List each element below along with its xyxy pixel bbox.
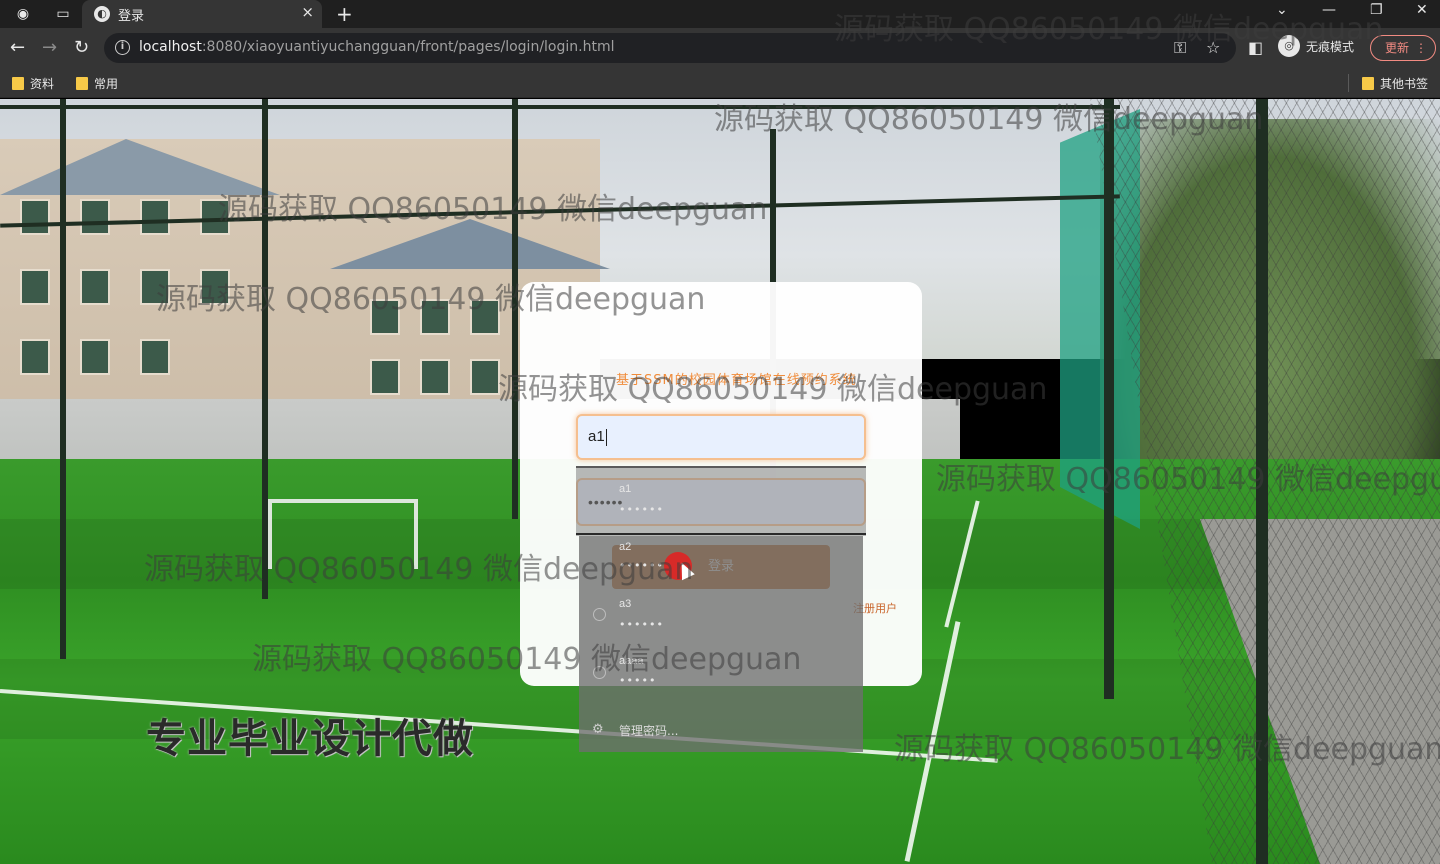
globe-icon: ◐ (94, 6, 110, 22)
manage-passwords-link[interactable]: 管理密码... (619, 722, 678, 739)
other-bookmarks[interactable]: 其他书签 (1362, 75, 1428, 92)
menu-dots-icon: ⋮ (1415, 41, 1427, 55)
site-info-icon[interactable]: i (115, 40, 130, 55)
watermark: 源码获取 QQ86050149 微信deepguan (156, 282, 706, 317)
tab-search-icon[interactable]: ▭ (54, 5, 72, 23)
autofill-item-a3[interactable]: a3 (619, 598, 631, 610)
watermark: 源码获取 QQ86050149 微信deepguan (144, 552, 694, 587)
reload-button[interactable]: ↻ (74, 38, 89, 58)
autofill-item-password: •••••• (619, 618, 664, 631)
window-close-button[interactable]: ✕ (1416, 2, 1428, 18)
username-input[interactable]: a1 (576, 414, 866, 460)
promo-banner: 专业毕业设计代做 (146, 716, 474, 762)
bookmark-folder-resources[interactable]: 资料 (12, 75, 54, 92)
watermark: 源码获取 QQ86050149 微信deepguan (498, 372, 1048, 407)
bookmark-folder-common[interactable]: 常用 (76, 75, 118, 92)
autofill-item-password: •••••• (619, 503, 664, 516)
tab-login[interactable]: ◐ 登录 × (82, 0, 322, 28)
folder-icon (1362, 77, 1374, 90)
new-tab-button[interactable]: + (336, 2, 353, 26)
watermark: 源码获取 QQ86050149 微信deepguan (834, 12, 1384, 47)
forward-button[interactable]: → (42, 38, 57, 58)
folder-icon (76, 77, 88, 90)
watermark: 源码获取 QQ86050149 微信deepguan (936, 462, 1440, 497)
watermark: 源码获取 QQ86050149 微信deepguan (218, 192, 768, 227)
globe-icon (593, 608, 606, 621)
bookmark-divider (1348, 74, 1349, 92)
watermark: 源码获取 QQ86050149 微信deepguan (894, 732, 1440, 767)
close-tab-icon[interactable]: × (301, 3, 314, 21)
tab-title: 登录 (118, 9, 145, 24)
url-text: localhost:8080/xiaoyuantiyuchangguan/fro… (139, 39, 615, 55)
profile-icon[interactable]: ◉ (14, 5, 32, 23)
back-button[interactable]: ← (10, 38, 25, 58)
watermark: 源码获取 QQ86050149 微信deepguan (252, 642, 802, 677)
autofill-dropdown: a1 •••••• a2 •••••• a3 •••••• aaaa •••••… (576, 466, 866, 752)
watermark: 源码获取 QQ86050149 微信deepguan (714, 102, 1264, 137)
folder-icon (12, 77, 24, 90)
autofill-item-a1[interactable]: a1 (619, 483, 631, 495)
gear-icon: ⚙ (592, 722, 604, 737)
